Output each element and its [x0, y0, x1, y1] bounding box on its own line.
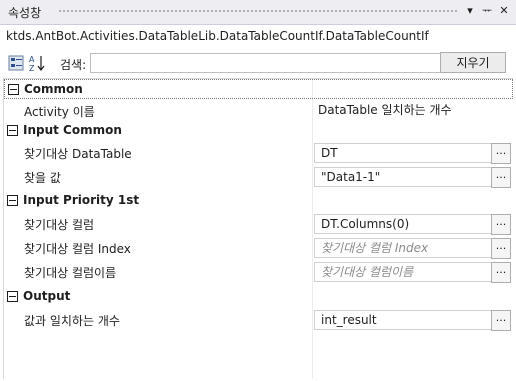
property-value[interactable]: DT: [314, 143, 500, 163]
property-row[interactable]: Activity 이름 DataTable 일치하는 개수: [4, 99, 513, 123]
categorized-view-icon[interactable]: [8, 54, 24, 72]
property-row[interactable]: 찾을 값 "Data1-1" ...: [4, 165, 513, 189]
ellipsis-button[interactable]: ...: [491, 310, 511, 331]
property-value[interactable]: DT.Columns(0): [314, 214, 500, 234]
property-name: 찾기대상 컬럼: [24, 218, 95, 232]
ellipsis-button[interactable]: ...: [491, 143, 511, 164]
search-label: 검색:: [60, 58, 87, 72]
collapse-icon[interactable]: [8, 84, 19, 95]
property-grid: Common Activity 이름 DataTable 일치하는 개수 Inp…: [3, 78, 513, 379]
property-row[interactable]: 찾기대상 컬럼 DT.Columns(0) ...: [4, 212, 513, 236]
category-output[interactable]: Output: [4, 287, 513, 307]
property-row[interactable]: 값과 일치하는 개수 int_result ...: [4, 308, 513, 332]
property-value-placeholder[interactable]: 찾기대상 컬럼 Index: [314, 238, 500, 258]
svg-text:Z: Z: [29, 64, 35, 72]
category-label: Input Common: [23, 123, 122, 137]
category-input-priority[interactable]: Input Priority 1st: [4, 191, 513, 211]
drag-grip[interactable]: [58, 9, 458, 14]
category-label: Input Priority 1st: [23, 193, 140, 207]
property-row[interactable]: 찾기대상 DataTable DT ...: [4, 141, 513, 165]
category-label: Common: [24, 82, 83, 96]
panel-title-bar: 속성창 ▾ ᅲ ✕: [0, 0, 516, 25]
property-value[interactable]: DataTable 일치하는 개수: [314, 101, 494, 119]
ellipsis-button[interactable]: ...: [491, 238, 511, 259]
ellipsis-button[interactable]: ...: [491, 262, 511, 283]
close-icon[interactable]: ✕: [496, 3, 512, 19]
collapse-icon[interactable]: [7, 125, 18, 136]
property-row[interactable]: 찾기대상 컬럼 Index 찾기대상 컬럼 Index ...: [4, 236, 513, 260]
ellipsis-button[interactable]: ...: [491, 167, 511, 188]
properties-panel: 속성창 ▾ ᅲ ✕ ktds.AntBot.Activities.DataTab…: [0, 0, 516, 381]
svg-text:A: A: [29, 55, 35, 64]
search-input[interactable]: [90, 53, 445, 73]
ellipsis-button[interactable]: ...: [491, 214, 511, 235]
category-common[interactable]: Common: [4, 79, 513, 99]
category-input-common[interactable]: Input Common: [4, 121, 513, 141]
dropdown-icon[interactable]: ▾: [462, 3, 478, 19]
collapse-icon[interactable]: [7, 291, 18, 302]
category-label: Output: [23, 289, 71, 303]
panel-title: 속성창: [8, 6, 42, 20]
property-name: 찾을 값: [24, 171, 61, 185]
property-name: 찾기대상 컬럼이름: [24, 266, 117, 280]
property-row[interactable]: 찾기대상 컬럼이름 찾기대상 컬럼이름 ...: [4, 260, 513, 284]
property-name: 값과 일치하는 개수: [24, 314, 120, 328]
sort-alphabetical-icon[interactable]: A Z: [28, 54, 45, 73]
selected-type-name: ktds.AntBot.Activities.DataTableLib.Data…: [6, 29, 429, 43]
property-value-placeholder[interactable]: 찾기대상 컬럼이름: [314, 262, 500, 282]
property-name: 찾기대상 DataTable: [24, 147, 132, 161]
property-value[interactable]: "Data1-1": [314, 167, 500, 187]
clear-search-button[interactable]: 지우기: [440, 52, 506, 73]
property-name: Activity 이름: [24, 105, 95, 119]
collapse-icon[interactable]: [7, 195, 18, 206]
pin-icon[interactable]: ᅲ: [479, 3, 495, 19]
property-value[interactable]: int_result: [314, 310, 500, 330]
toolbar: A Z 검색: 지우기: [0, 50, 516, 76]
property-name: 찾기대상 컬럼 Index: [24, 242, 131, 256]
